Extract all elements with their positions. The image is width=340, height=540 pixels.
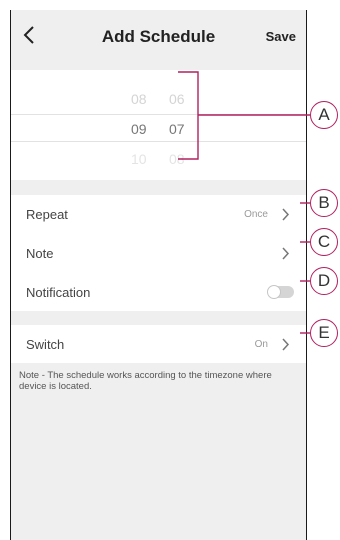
callout-e: E [310,319,338,347]
annotation-lines [178,71,310,334]
callout-d: D [310,267,338,295]
callout-a: A [310,101,338,129]
callout-b: B [310,189,338,217]
callout-c: C [310,228,338,256]
